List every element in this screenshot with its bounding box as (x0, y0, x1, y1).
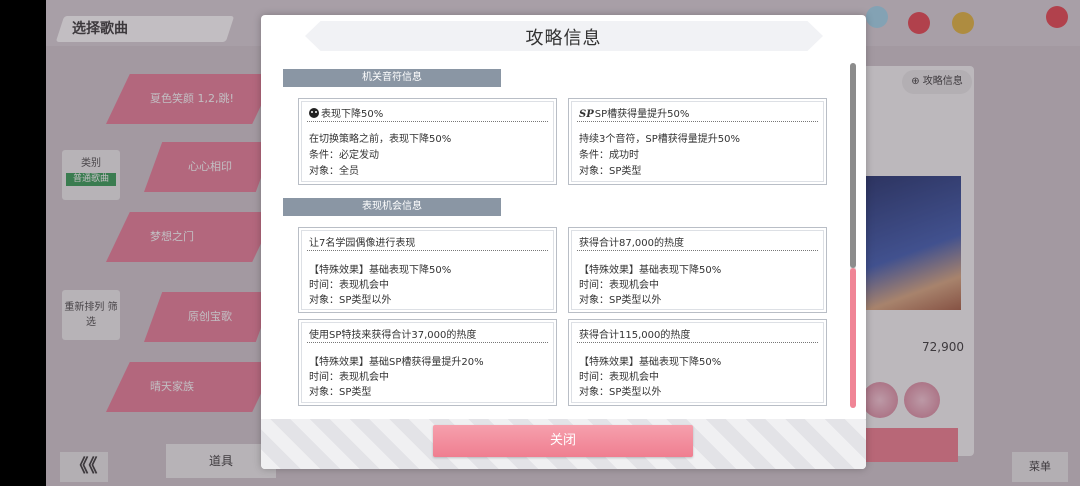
divider (577, 121, 818, 122)
strategy-info-dialog: 攻略信息 机关音符信息 表现下降50% 在切换策略之前，表现下降50% 条件：必… (261, 15, 866, 469)
info-card: SPSP槽获得量提升50% 持续3个音符，SP槽获得量提升50% 条件：成功时 … (568, 98, 827, 185)
divider (577, 342, 818, 343)
info-card: 让7名学园偶像进行表现 【特殊效果】基础表现下降50% 时间：表现机会中 对象：… (298, 227, 557, 313)
face-icon (309, 108, 319, 118)
info-card: 使用SP特技来获得合计37,000的热度 【特殊效果】基础SP槽获得量提升20%… (298, 319, 557, 406)
info-card: 获得合计115,000的热度 【特殊效果】基础表现下降50% 时间：表现机会中 … (568, 319, 827, 406)
info-card: 获得合计87,000的热度 【特殊效果】基础表现下降50% 时间：表现机会中 对… (568, 227, 827, 313)
section-header-appeal-chance: 表现机会信息 (283, 198, 501, 216)
scrollbar-upper (850, 63, 856, 268)
divider (307, 250, 548, 251)
close-button[interactable]: 关闭 (433, 425, 693, 457)
divider (307, 342, 548, 343)
section-header-gimmick: 机关音符信息 (283, 69, 501, 87)
scrollbar-thumb[interactable] (850, 268, 856, 408)
screen-bezel (0, 0, 46, 486)
dialog-title: 攻略信息 (525, 28, 602, 49)
divider (307, 121, 548, 122)
info-card: 表现下降50% 在切换策略之前，表现下降50% 条件：必定发动 对象：全员 (298, 98, 557, 185)
divider (577, 250, 818, 251)
sp-icon: SP (579, 109, 594, 120)
